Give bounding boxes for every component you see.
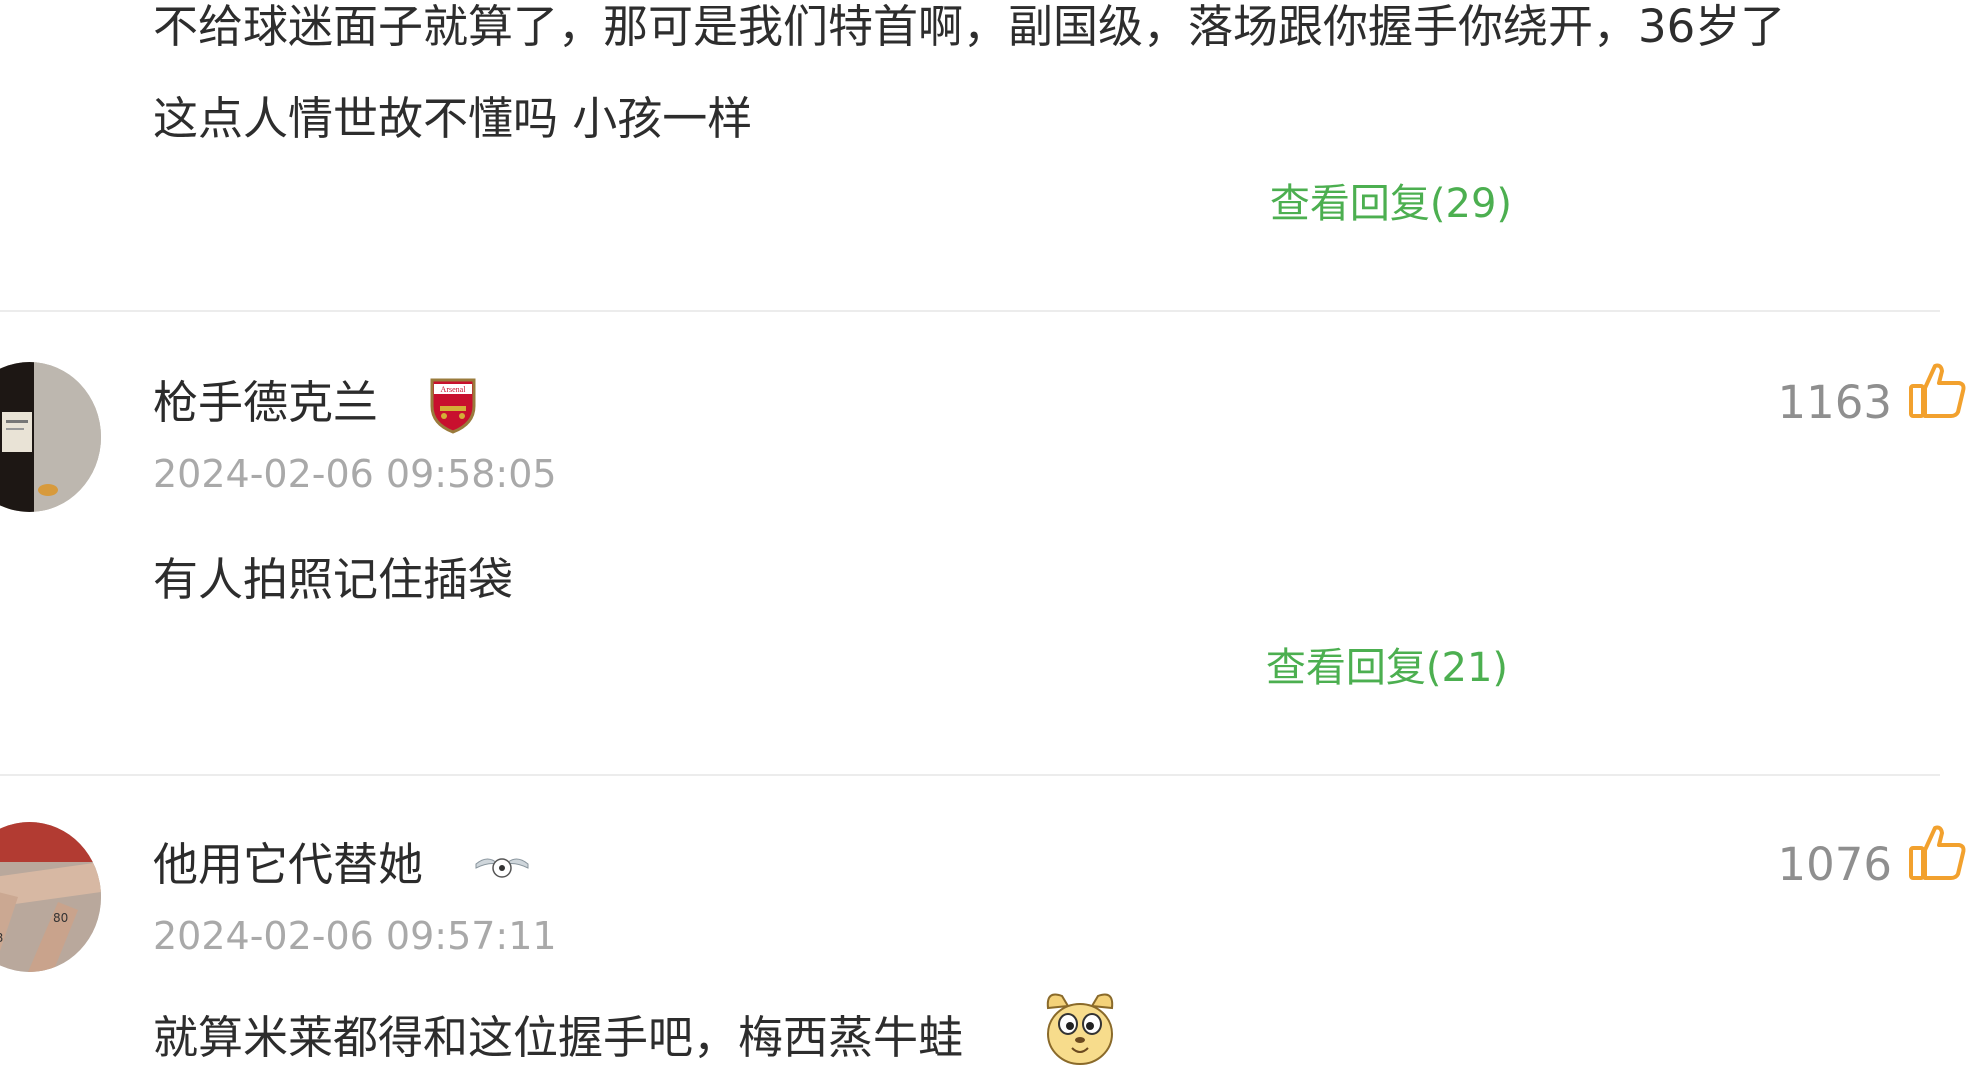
like-count: 1076 — [1777, 838, 1892, 891]
divider — [0, 774, 1940, 776]
comment-text-span: 就算米莱都得和这位握手吧，梅西蒸牛蛙 — [153, 1011, 964, 1064]
view-replies-link[interactable]: 查看回复(29) — [1270, 184, 1512, 224]
avatar[interactable]: 18 80 — [0, 822, 101, 972]
divider — [0, 310, 1940, 312]
username[interactable]: 枪手德克兰 — [153, 380, 378, 425]
winged-football-badge-icon — [474, 852, 530, 886]
username[interactable]: 他用它代替她 — [153, 842, 423, 887]
arsenal-badge-icon: Arsenal — [428, 376, 478, 438]
comment-timestamp: 2024-02-06 09:57:11 — [153, 914, 557, 958]
like-count: 1163 — [1777, 376, 1892, 429]
comment-text-line: 不给球迷面子就算了，那可是我们特首啊，副国级，落场跟你握手你绕开，36岁了 — [153, 0, 1786, 53]
thumbs-up-icon[interactable] — [1908, 822, 1968, 882]
comment-text-line: 这点人情世故不懂吗 小孩一样 — [153, 92, 753, 145]
comment-text: 有人拍照记住插袋 — [153, 553, 514, 606]
dog-face-emoji-icon — [1040, 986, 1120, 1070]
svg-text:18: 18 — [0, 931, 3, 945]
svg-text:80: 80 — [53, 911, 68, 925]
comment-text: 不给球迷面子就算了，那可是我们特首啊，副国级，落场跟你握手你绕开，36岁了 这点… — [153, 0, 1940, 165]
badge-text: Arsenal — [441, 385, 467, 394]
comment-timestamp: 2024-02-06 09:58:05 — [153, 452, 557, 496]
thumbs-up-icon[interactable] — [1908, 360, 1968, 420]
view-replies-link[interactable]: 查看回复(21) — [1266, 648, 1508, 688]
avatar[interactable] — [0, 362, 101, 512]
